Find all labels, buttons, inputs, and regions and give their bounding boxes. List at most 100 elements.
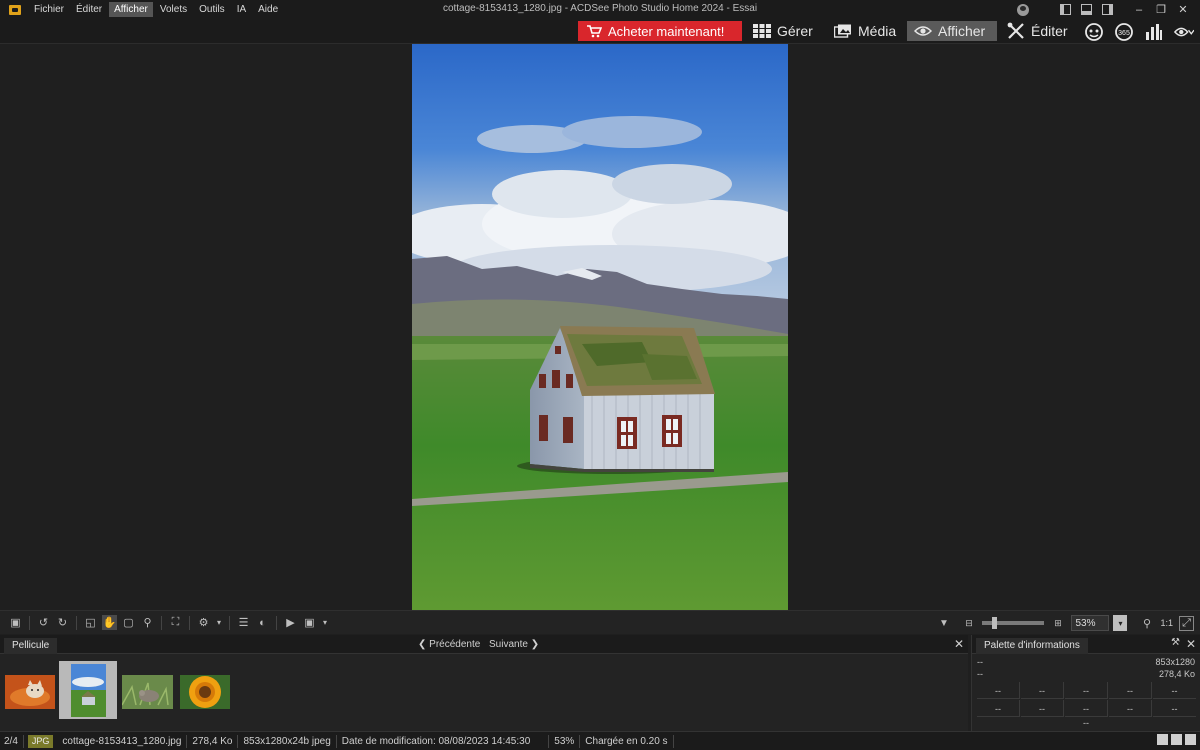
- thumbnail-mouse[interactable]: [122, 675, 173, 709]
- info-palette-panel: Palette d'informations ⚒ ✕ -- 853x1280 -…: [971, 635, 1200, 731]
- chevron-down-icon[interactable]: ▾: [321, 615, 329, 630]
- zoom-dropdown-button[interactable]: ▾: [1113, 615, 1128, 631]
- viewer-toolbar: ▣ ↺ ↻ ◱ ✋ ▢ ⚲ ⛶ ⚙ ▾ ☰ ◐ ▶ ▣ ▾ ▼ ⊟ ⊞ 53% …: [0, 610, 1200, 634]
- triangle-down-icon[interactable]: ▼: [936, 616, 951, 631]
- face-recognition-icon[interactable]: [1084, 22, 1104, 41]
- rotate-right-icon[interactable]: ↻: [55, 615, 70, 630]
- fullscreen-icon[interactable]: ⤢: [1179, 615, 1194, 631]
- info-dimensions: 853x1280: [1155, 657, 1195, 667]
- status-modified: Date de modification: 08/08/2023 14:45:3…: [337, 734, 550, 748]
- zoom-in-icon[interactable]: ⊞: [1050, 616, 1065, 631]
- menu-editer[interactable]: Éditer: [71, 2, 107, 17]
- previous-button[interactable]: ❮ Précédente: [418, 639, 480, 650]
- status-filename: cottage-8153413_1280.jpg: [57, 734, 188, 748]
- info-cell: --: [1109, 700, 1152, 717]
- chevron-down-icon[interactable]: ▾: [215, 615, 223, 630]
- thumbnail-cottage[interactable]: [71, 664, 106, 717]
- dashboard-chart-icon[interactable]: [1144, 22, 1164, 41]
- info-row: -- 278,4 Ko: [977, 669, 1195, 681]
- next-label: Suivante: [489, 639, 528, 650]
- save-icon[interactable]: ▣: [8, 615, 23, 630]
- separator: [29, 615, 30, 630]
- select-icon[interactable]: ▢: [121, 615, 136, 630]
- pin-icon[interactable]: ⚒: [1171, 637, 1180, 648]
- chevron-right-icon: ❯: [530, 639, 540, 650]
- eye-dropdown-icon[interactable]: [1174, 22, 1194, 41]
- restore-icon[interactable]: ❐: [1150, 0, 1172, 19]
- zoom-value-field[interactable]: 53%: [1071, 615, 1110, 631]
- menu-fichier[interactable]: Fichier: [29, 2, 69, 17]
- info-value: --: [977, 657, 983, 667]
- edit-tools-icon: [1007, 22, 1024, 39]
- info-filesize: 278,4 Ko: [1158, 669, 1195, 679]
- info-cell: --: [1065, 700, 1108, 717]
- color-wheel-icon[interactable]: ◐: [255, 615, 270, 630]
- buy-now-button[interactable]: Acheter maintenant!: [578, 21, 742, 41]
- pan-hand-icon[interactable]: ✋: [102, 615, 117, 630]
- close-window-icon[interactable]: ✕: [1172, 0, 1194, 19]
- expand-icon[interactable]: [1171, 734, 1182, 745]
- account-icon[interactable]: [1017, 3, 1029, 16]
- acdsee-365-icon[interactable]: 365: [1114, 22, 1134, 41]
- mode-edit-button[interactable]: Éditer: [1000, 21, 1075, 41]
- zoom-tool-icon[interactable]: ⚲: [140, 615, 155, 630]
- status-load-time: Chargée en 0.20 s: [580, 734, 674, 748]
- separator: [276, 615, 277, 630]
- next-button[interactable]: Suivante ❯: [489, 639, 539, 650]
- status-dimensions: 853x1280x24b jpeg: [238, 734, 337, 748]
- mode-bar: Acheter maintenant! Gérer Média Afficher: [0, 19, 1200, 44]
- eye-icon: [914, 26, 932, 36]
- rotate-left-icon[interactable]: ↺: [36, 615, 51, 630]
- thumbnail-cat[interactable]: [5, 675, 55, 709]
- menu-volets[interactable]: Volets: [155, 2, 192, 17]
- magnifier-icon[interactable]: ⚲: [1139, 616, 1154, 631]
- info-cell: --: [1065, 682, 1108, 699]
- app-logo-icon[interactable]: [9, 4, 21, 15]
- menu-aide[interactable]: Aide: [253, 2, 283, 17]
- minimize-icon[interactable]: –: [1128, 0, 1150, 19]
- info-cell: --: [977, 682, 1020, 699]
- zoom-slider-thumb[interactable]: [992, 617, 998, 629]
- display-mode-icon[interactable]: ▣: [302, 615, 317, 630]
- image-viewer[interactable]: [0, 44, 1200, 610]
- close-filmstrip-icon[interactable]: ✕: [954, 637, 964, 651]
- mode-manage-label: Gérer: [777, 23, 813, 39]
- zoom-out-icon[interactable]: ⊟: [961, 616, 976, 631]
- media-icon: [834, 24, 851, 38]
- one-to-one-button[interactable]: 1:1: [1160, 618, 1173, 628]
- chevron-left-icon: ❮: [418, 639, 427, 650]
- cart-icon: [587, 25, 602, 38]
- tab-pellicule[interactable]: Pellicule: [4, 638, 58, 654]
- adjust-sliders-icon[interactable]: ☰: [236, 615, 251, 630]
- view-mode-icon[interactable]: [1157, 734, 1168, 745]
- crop-icon[interactable]: ◱: [83, 615, 98, 630]
- info-cell: --: [977, 700, 1020, 717]
- menu-outils[interactable]: Outils: [194, 2, 230, 17]
- layout-right-panel-icon[interactable]: [1102, 4, 1113, 15]
- mode-media-button[interactable]: Média: [827, 21, 903, 41]
- status-zoom: 53%: [549, 734, 581, 748]
- fullscreen-toggle-icon[interactable]: [1185, 734, 1196, 745]
- zoom-slider[interactable]: [982, 617, 1045, 629]
- menu-afficher[interactable]: Afficher: [109, 2, 153, 17]
- zoom-controls: ▼ ⊟ ⊞ 53% ▾ ⚲ 1:1 ⤢: [934, 614, 1196, 632]
- menu-bar: Fichier Éditer Afficher Volets Outils IA…: [0, 0, 1200, 19]
- mode-manage-button[interactable]: Gérer: [746, 21, 820, 41]
- info-palette-header: Palette d'informations ⚒ ✕: [972, 635, 1200, 654]
- thumbnail-sunflower[interactable]: [180, 675, 230, 709]
- slideshow-play-icon[interactable]: ▶: [283, 615, 298, 630]
- mode-view-button[interactable]: Afficher: [907, 21, 997, 41]
- layout-left-panel-icon[interactable]: [1060, 4, 1071, 15]
- layout-bottom-panel-icon[interactable]: [1081, 4, 1092, 15]
- menu-ia[interactable]: IA: [232, 2, 251, 17]
- mode-view-label: Afficher: [938, 23, 986, 39]
- info-cell: --: [1021, 700, 1064, 717]
- separator: [189, 615, 190, 630]
- info-cell: --: [1109, 682, 1152, 699]
- close-info-palette-icon[interactable]: ✕: [1186, 637, 1196, 651]
- tab-info-palette[interactable]: Palette d'informations: [976, 638, 1088, 654]
- previous-label: Précédente: [429, 639, 481, 650]
- info-value: --: [977, 669, 983, 679]
- settings-gear-icon[interactable]: ⚙: [196, 615, 211, 630]
- fit-screen-icon[interactable]: ⛶: [168, 615, 183, 630]
